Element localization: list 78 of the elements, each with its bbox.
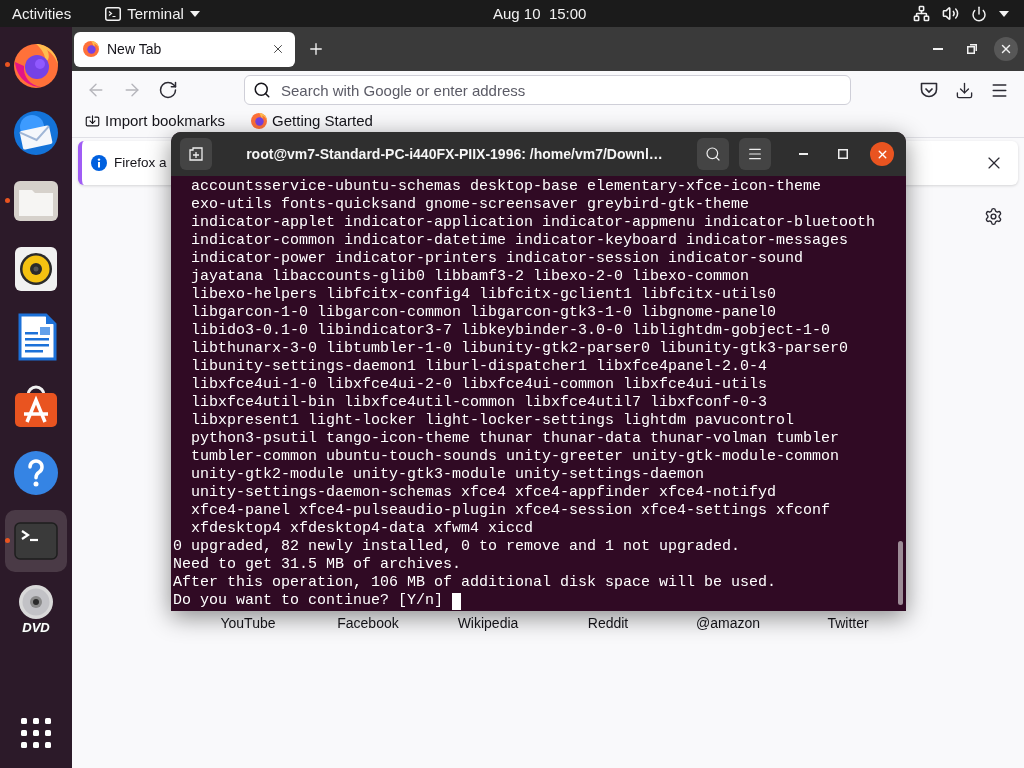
scrollbar[interactable] [898, 541, 903, 605]
info-icon [91, 155, 107, 171]
close-icon [999, 42, 1013, 56]
search-icon [705, 146, 721, 162]
terminal-line: 0 upgraded, 82 newly installed, 0 to remove and 1 not upgraded. [173, 538, 741, 555]
minimize-icon [933, 48, 943, 50]
terminal-line: Need to get 31.5 MB of archives. [173, 556, 462, 573]
dock-item[interactable]: DVD [5, 578, 67, 640]
browser-logo-icon [12, 41, 60, 89]
browser-logo-icon [83, 41, 99, 57]
bookmark-item[interactable]: Getting Started [251, 112, 373, 130]
speaker-icon [12, 245, 60, 293]
power-icon[interactable] [971, 5, 987, 22]
app-menu-button[interactable]: Terminal [105, 3, 200, 24]
new-tab-icon [189, 147, 203, 161]
terminal-line: libxfce4util-bin libxfce4util-common libxfce4util7 libxfconf-0-3 [191, 394, 768, 411]
clock[interactable]: Aug 10 15:00 [493, 3, 587, 24]
maximize-icon [838, 149, 848, 159]
restore-icon [967, 44, 977, 54]
terminal-line: accountsservice-ubuntu-schemas desktop-base elementary-xfce-icon-theme [191, 178, 822, 195]
search-button[interactable] [697, 138, 729, 170]
terminal-line: libunity-settings-daemon1 liburl-dispatcher1 libxfce4panel-2.0-4 [191, 358, 768, 375]
volume-icon[interactable] [942, 5, 959, 22]
terminal-line: libxfce4ui-1-0 libxfce4ui-2-0 libxfce4ui-common libxfce4ui-utils [191, 376, 768, 393]
window-title: root@vm7-Standard-PC-i440FX-PIIX-1996: /home/vm7/Downl… [246, 144, 663, 164]
browser-logo-icon [251, 113, 268, 129]
terminal-line: indicator-power indicator-printers indicator-session indicator-sound [191, 250, 804, 267]
terminal-line: unity-gtk2-module unity-gtk3-module unity-settings-daemon [191, 466, 705, 483]
terminal-line: python3-psutil tango-icon-theme thunar thunar-data thunar-volman tumbler [191, 430, 840, 447]
address-field[interactable]: Search with Google or enter address [244, 75, 851, 105]
terminal-line: xfdesktop4 xfdesktop4-data xfwm4 xiccd [191, 520, 534, 537]
network-icon[interactable] [913, 5, 930, 22]
terminal-line: Do you want to continue? [Y/n] [173, 592, 444, 610]
top-site-label[interactable]: Wikipedia [457, 615, 519, 631]
caret-down-icon[interactable] [999, 10, 1009, 17]
terminal-line: jayatana libaccounts-glib0 libbamf3-2 libexo-2-0 libexo-common [191, 268, 750, 285]
terminal-line: libthunarx-3-0 libtumbler-1-0 libunity-gtk2-parser0 libunity-gtk3-parser0 [191, 340, 849, 357]
terminal-line: libexo-helpers libfcitx-config4 libfcitx-gclient1 libfcitx-utils0 [191, 286, 777, 303]
minimize-icon [798, 153, 808, 155]
mail-icon [12, 109, 60, 157]
terminal-line: unity-settings-daemon-schemas xfce4 xfce4-appfinder xfce4-notifyd [191, 484, 777, 501]
download-icon [954, 80, 974, 100]
browser-tab[interactable]: New Tab [74, 31, 295, 67]
activities-button[interactable]: Activities [12, 3, 72, 24]
plus-icon [307, 40, 325, 58]
new-tab-button[interactable] [180, 138, 212, 170]
app-grid-icon [21, 718, 51, 748]
terminal-line: indicator-applet indicator-application indicator-appmenu indicator-bluetooth [191, 214, 876, 231]
caret-down-icon [189, 10, 200, 17]
notification-text: Firefox a [114, 153, 167, 172]
top-site-label[interactable]: Facebook [337, 615, 399, 631]
help-icon [12, 449, 60, 497]
terminal-line: libxpresent1 light-locker light-locker-settings lightdm pavucontrol [191, 412, 795, 429]
menu-icon [747, 146, 763, 162]
cursor-block-icon [452, 592, 462, 610]
terminal-line: exo-utils fonts-quicksand gnome-screensaver greybird-gtk-theme [191, 196, 750, 213]
settings-button[interactable] [983, 206, 1003, 226]
settings-icon [983, 206, 1003, 226]
close-button[interactable] [870, 142, 894, 166]
terminal-line: indicator-common indicator-datetime indicator-keyboard indicator-messages [191, 232, 849, 249]
top-site-label[interactable]: YouTube [220, 615, 276, 631]
terminal-line: libgarcon-1-0 libgarcon-common libgarcon-gtk3-1-0 libgnome-panel0 [191, 304, 777, 321]
top-site-label[interactable]: Twitter [827, 615, 869, 631]
chevron-shield-icon [920, 82, 938, 98]
close-button[interactable] [994, 37, 1018, 61]
close-icon [271, 42, 285, 56]
terminal-line: After this operation, 106 MB of additional disk space will be used. [173, 574, 777, 591]
terminal-icon [105, 6, 122, 21]
top-site-label[interactable]: Reddit [587, 615, 629, 631]
reload-icon [158, 80, 178, 100]
terminal-line: libido3-0.1-0 libindicator3-7 libkeybinder-3.0-0 liblightdm-gobject-1-0 [191, 322, 831, 339]
menu-button[interactable] [739, 138, 771, 170]
import-icon [85, 113, 100, 129]
terminal-line: xfce4-panel xfce4-pulseaudio-plugin xfce4-session xfce4-settings xfconf [191, 502, 831, 519]
bookmark-item[interactable]: Import bookmarks [85, 112, 226, 130]
top-site-label[interactable]: @amazon [696, 615, 760, 631]
terminal-line: tumbler-common ubuntu-touch-sounds unity-greeter unity-gtk-module-common [191, 448, 840, 465]
search-icon [253, 81, 271, 99]
